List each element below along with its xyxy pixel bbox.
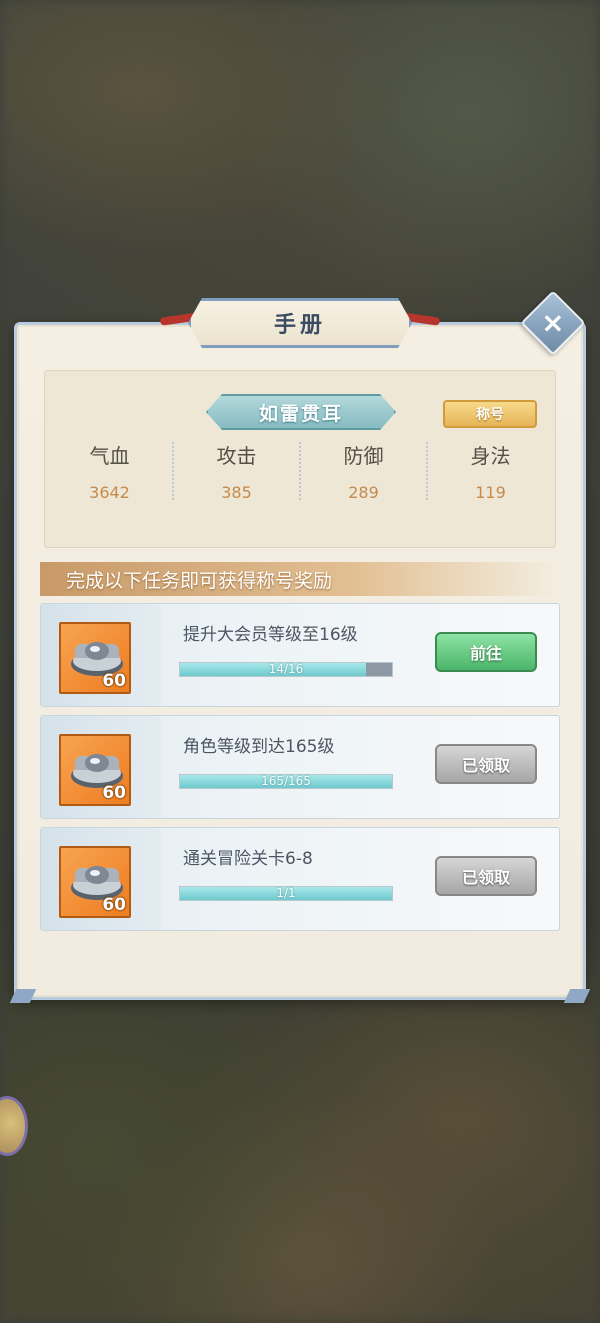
reward-item[interactable]: 60 bbox=[59, 846, 131, 918]
stat-value: 119 bbox=[475, 483, 506, 502]
stat-value: 3642 bbox=[89, 483, 130, 502]
task-progress-bar: 14/16 bbox=[179, 662, 393, 677]
task-banner: 完成以下任务即可获得称号奖励 bbox=[40, 562, 560, 596]
dialog-title-plate: 手册 bbox=[188, 298, 412, 348]
dialog-title: 手册 bbox=[273, 313, 326, 338]
task-title: 角色等级到达165级 bbox=[183, 737, 335, 757]
reward-item[interactable]: 60 bbox=[59, 734, 131, 806]
stat-value: 385 bbox=[221, 483, 252, 502]
stat-label: 身法 bbox=[470, 444, 511, 468]
banner-text: 完成以下任务即可获得称号奖励 bbox=[66, 569, 333, 592]
task-progress-bar: 1/1 bbox=[179, 886, 393, 901]
task-progress-bar: 165/165 bbox=[179, 774, 393, 789]
title-badge-label: 称号 bbox=[476, 407, 504, 423]
stat-label: 气血 bbox=[89, 444, 130, 468]
stat-label: 防御 bbox=[343, 444, 384, 468]
title-name-plate: 如雷贯耳 bbox=[206, 394, 396, 430]
stat-agility: 身法 119 bbox=[427, 440, 554, 502]
stat-label: 攻击 bbox=[216, 444, 257, 468]
stat-defense: 防御 289 bbox=[300, 440, 427, 502]
claimed-button[interactable]: 已领取 bbox=[435, 856, 537, 896]
reward-item[interactable]: 60 bbox=[59, 622, 131, 694]
go-button[interactable]: 前往 bbox=[435, 632, 537, 672]
reward-count: 60 bbox=[102, 783, 126, 803]
claimed-button[interactable]: 已领取 bbox=[435, 744, 537, 784]
task-row: 60 提升大会员等级至16级 14/16 前往 bbox=[40, 603, 560, 707]
stat-attack: 攻击 385 bbox=[173, 440, 300, 502]
title-name: 如雷贯耳 bbox=[258, 402, 343, 425]
close-icon: × bbox=[541, 306, 565, 339]
progress-text: 165/165 bbox=[261, 774, 311, 788]
progress-text: 1/1 bbox=[276, 886, 296, 900]
reward-count: 60 bbox=[102, 895, 126, 915]
stat-hp: 气血 3642 bbox=[46, 440, 173, 502]
task-row: 60 角色等级到达165级 165/165 已领取 bbox=[40, 715, 560, 819]
task-title: 通关冒险关卡6-8 bbox=[183, 849, 313, 869]
progress-text: 14/16 bbox=[268, 662, 304, 676]
stat-value: 289 bbox=[348, 483, 379, 502]
task-row: 60 通关冒险关卡6-8 1/1 已领取 bbox=[40, 827, 560, 931]
task-title: 提升大会员等级至16级 bbox=[183, 625, 358, 645]
title-badge-button[interactable]: 称号 bbox=[443, 400, 537, 428]
reward-count: 60 bbox=[102, 671, 126, 691]
